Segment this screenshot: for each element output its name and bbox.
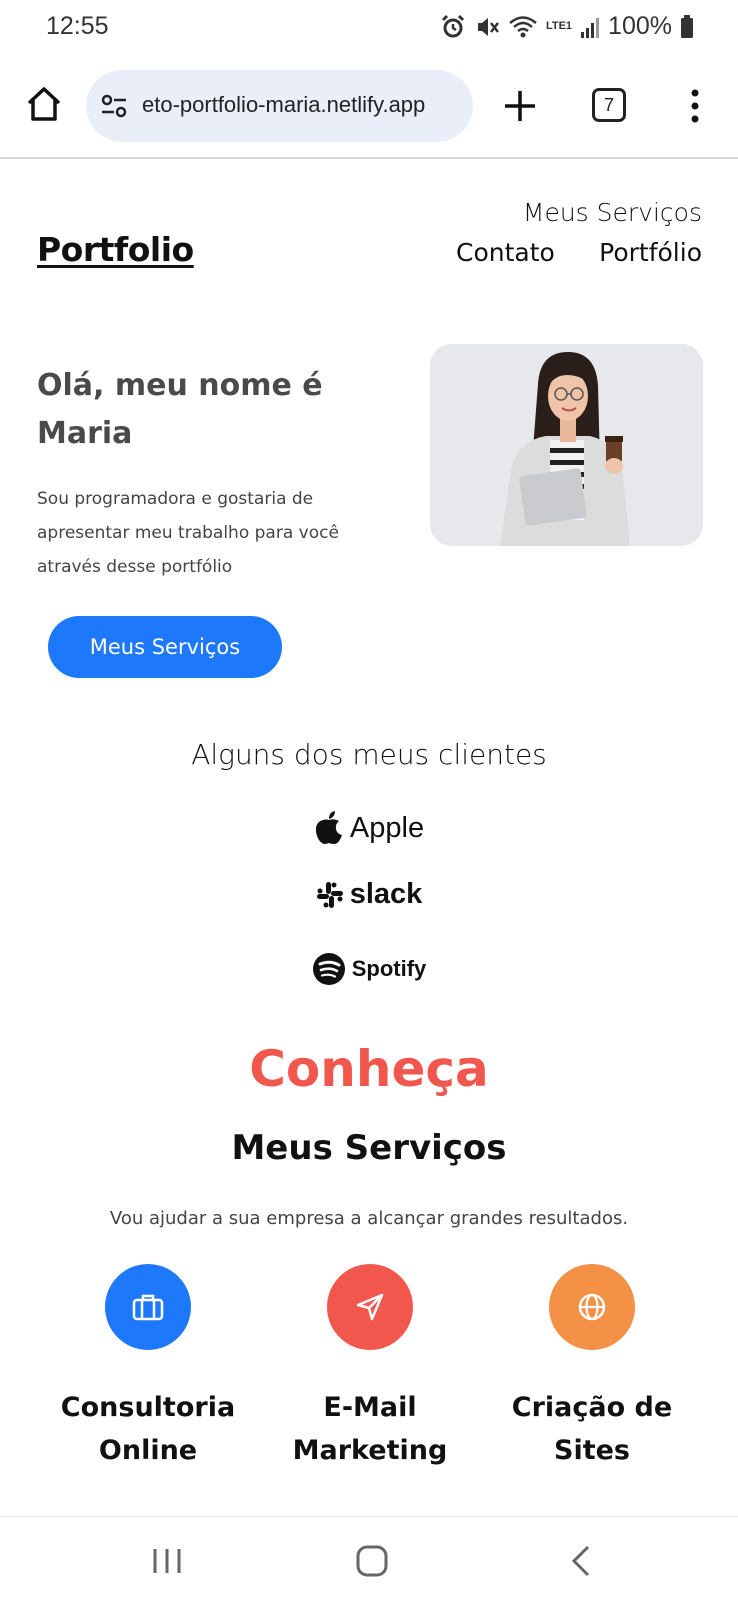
service-label: Consultoria Online	[60, 1392, 236, 1466]
clients-title: Alguns dos meus clientes	[191, 738, 547, 771]
service-label: Criação de Sites	[511, 1392, 673, 1466]
globe-icon	[578, 1293, 606, 1321]
status-icons: LTE1 100%	[440, 12, 694, 41]
tab-switcher-button[interactable]: 7	[592, 88, 626, 122]
send-icon	[356, 1293, 384, 1321]
client-name-slack: slack	[349, 878, 423, 910]
url-text[interactable]: eto-portfolio-maria.netlify.app	[142, 92, 425, 118]
service-card-websites[interactable]: Criação de Sites	[477, 1264, 707, 1472]
service-label: E-Mail Marketing	[292, 1392, 448, 1466]
services-title: Meus Serviços	[231, 1128, 507, 1168]
system-navigation-bar	[0, 1516, 738, 1600]
battery-percent: 100%	[608, 12, 672, 40]
nav-link-services[interactable]: Meus Serviços	[523, 198, 702, 227]
signal-icon	[581, 17, 600, 38]
client-name-apple: Apple	[349, 811, 425, 844]
briefcase-icon	[132, 1294, 164, 1321]
network-label: LTE1	[545, 20, 573, 32]
more-options-icon[interactable]	[680, 86, 710, 126]
wifi-icon	[509, 15, 537, 37]
hero-description: Sou programadora e gostaria de apresenta…	[37, 489, 339, 577]
woman-portrait-illustration	[430, 344, 703, 546]
recent-apps-icon[interactable]	[147, 1541, 187, 1581]
site-settings-icon[interactable]	[100, 92, 128, 120]
back-icon[interactable]	[562, 1541, 602, 1581]
new-tab-icon[interactable]	[502, 88, 538, 124]
battery-icon	[681, 14, 693, 38]
service-card-email-marketing[interactable]: E-Mail Marketing	[255, 1264, 485, 1472]
alarm-icon	[441, 14, 465, 37]
service-icon-circle	[327, 1264, 413, 1350]
apple-logo-icon	[315, 811, 342, 844]
spotify-logo-icon	[312, 953, 345, 985]
client-logo-slack: slack	[0, 878, 738, 911]
status-time: 12:55	[46, 12, 109, 40]
toolbar-divider	[0, 157, 738, 159]
service-card-consulting[interactable]: Consultoria Online	[33, 1264, 263, 1472]
slack-logo-icon	[316, 881, 343, 908]
browser-toolbar: eto-portfolio-maria.netlify.app 7	[0, 70, 738, 142]
profile-photo	[430, 344, 703, 546]
nav-link-contact[interactable]: Contato	[456, 238, 555, 267]
site-logo[interactable]: Portfolio	[37, 230, 194, 269]
home-icon[interactable]	[24, 84, 64, 124]
home-nav-icon[interactable]	[352, 1541, 392, 1581]
services-button[interactable]: Meus Serviços	[48, 616, 282, 678]
nav-link-portfolio[interactable]: Portfólio	[599, 238, 702, 267]
services-eyebrow: Conheça	[249, 1040, 489, 1098]
services-description: Vou ajudar a sua empresa a alcançar gran…	[109, 1208, 629, 1229]
status-bar: 12:55 LTE1 100%	[0, 0, 738, 56]
client-logo-spotify: Spotify	[0, 952, 738, 986]
address-bar[interactable]: eto-portfolio-maria.netlify.app	[86, 70, 473, 142]
mute-icon	[477, 17, 499, 36]
client-name-spotify: Spotify	[351, 956, 427, 981]
client-logo-apple: Apple	[0, 810, 738, 846]
hero-title: Olá, meu nome é Maria	[37, 368, 323, 451]
service-icon-circle	[549, 1264, 635, 1350]
service-icon-circle	[105, 1264, 191, 1350]
